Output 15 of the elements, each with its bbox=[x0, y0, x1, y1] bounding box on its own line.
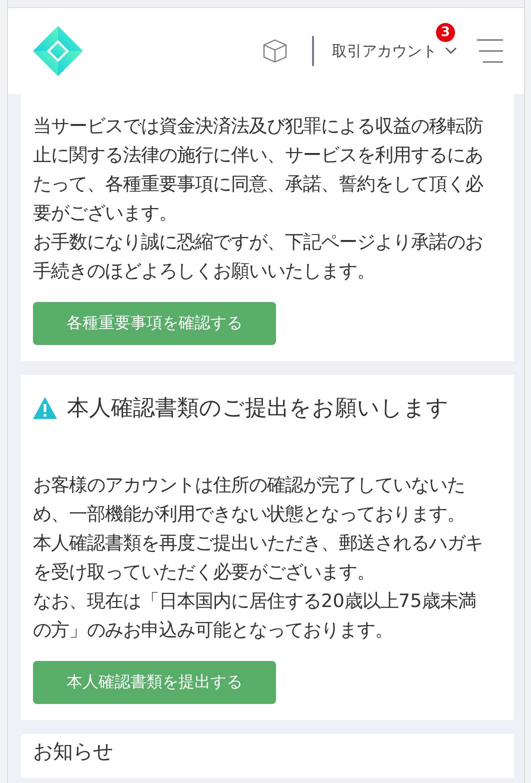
account-dropdown[interactable]: 取引アカウント bbox=[332, 42, 457, 60]
cube-icon[interactable] bbox=[261, 37, 289, 65]
menu-icon[interactable] bbox=[477, 38, 503, 64]
paragraph: なお、現在は「日本国内に居住する20歳以上75歳未満の方」のみお申込み可能となっております。 bbox=[33, 590, 477, 643]
paragraph: お手数になり誠に恐縮ですが、下記ページより承諾のお手続きのほどよろしくお願いいたします。 bbox=[33, 231, 484, 284]
paragraph: 本人確認書類を再度ご提出いただき、郵送されるハガキを受け取っていただく必要がございます。 bbox=[33, 532, 484, 585]
card-title: お知らせ bbox=[33, 740, 113, 762]
paragraph: お客様のアカウントは住所の確認が完了していないため、一部機能が利用できない状態となっております。 bbox=[33, 474, 466, 527]
chevron-down-icon bbox=[445, 47, 457, 55]
notification-badge: 3 bbox=[436, 23, 455, 42]
action-button[interactable]: 各種重要事項を確認する bbox=[33, 302, 276, 345]
paragraph: 当サービスでは資金決済法及び犯罪による収益の移転防止に関する法律の施行に伴い、サービスを利用するにあたって、各種重要事項に同意、承諾、誓約をして頂く必要がございます。 bbox=[33, 115, 484, 226]
action-button[interactable]: 本人確認書類を提出する bbox=[33, 661, 276, 704]
card-title: 本人確認書類のご提出をお願いします bbox=[67, 395, 449, 423]
warning-icon bbox=[33, 397, 57, 419]
